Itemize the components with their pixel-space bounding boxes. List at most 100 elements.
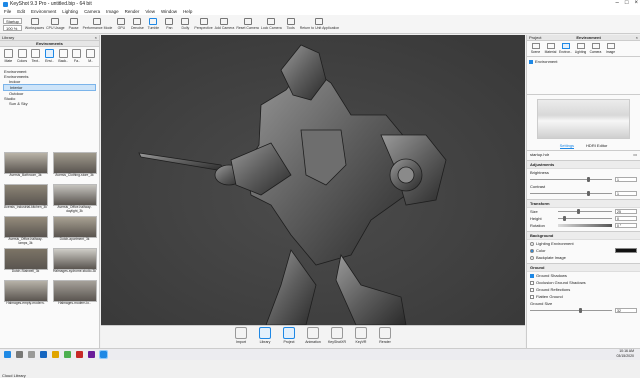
menu-item-window[interactable]: Window — [161, 9, 177, 14]
tree-item[interactable]: Interior — [3, 84, 96, 91]
search-icon[interactable] — [16, 351, 23, 358]
project-tab[interactable]: Scene — [529, 43, 542, 54]
cpu-usage-button[interactable]: CPU Usage — [46, 18, 65, 30]
environment-thumbnail[interactable]: Halmages-sydrome-studio-3k — [51, 248, 98, 278]
environment-thumbnail[interactable]: Aversis_Industrial-kitchen_3k — [2, 184, 49, 214]
tree-item[interactable]: Sun & Sky — [3, 101, 96, 106]
background-radio[interactable] — [530, 255, 534, 260]
performance-mode-button[interactable]: Performance Mode — [83, 18, 112, 30]
environment-thumbnail[interactable]: Aversis_Office-hallway-daylight_3k — [51, 184, 98, 214]
adjustments-section[interactable]: Adjustments — [527, 160, 640, 169]
app-icon[interactable] — [76, 351, 83, 358]
brightness-field[interactable]: 1 — [615, 177, 637, 182]
pause-button[interactable]: Pause — [67, 18, 81, 30]
ground-checkbox[interactable] — [530, 273, 534, 278]
start-icon[interactable] — [4, 351, 11, 358]
ground-option[interactable]: Occlusion Ground Shadows — [527, 279, 640, 286]
library-button[interactable]: Library — [255, 327, 275, 348]
library-tab[interactable]: Mate — [2, 49, 15, 64]
environment-thumbnail[interactable]: Halmages-empty-modern- — [2, 280, 49, 310]
background-color-swatch[interactable] — [615, 248, 637, 253]
rotation-slider[interactable] — [558, 224, 612, 227]
rotation-field[interactable]: 0 ° — [615, 223, 637, 228]
ground-checkbox[interactable] — [530, 280, 534, 285]
ground-checkbox[interactable] — [530, 294, 534, 299]
background-radio[interactable] — [530, 241, 534, 246]
environment-thumbnail[interactable]: Dutch-Stairwell_3k — [2, 248, 49, 278]
render-button[interactable]: Render — [375, 327, 395, 348]
contrast-slider[interactable] — [530, 191, 612, 196]
return-to-unit-application-button[interactable]: Return to Unit Application — [300, 18, 339, 30]
system-clock[interactable]: 10:16 AM 03/15/2020 — [616, 349, 634, 358]
ground-checkbox[interactable] — [530, 287, 534, 292]
project-tab[interactable]: Image — [604, 43, 617, 54]
environment-checkbox[interactable] — [529, 59, 533, 64]
background-option[interactable]: Color — [527, 247, 640, 254]
ground-size-slider[interactable] — [530, 308, 612, 313]
size-field[interactable]: 25 — [615, 209, 637, 214]
size-slider[interactable] — [558, 209, 612, 214]
tab-settings[interactable]: Settings — [559, 143, 575, 149]
store-icon[interactable] — [64, 351, 71, 358]
close-icon[interactable]: × — [634, 0, 638, 6]
menu-item-edit[interactable]: Edit — [17, 9, 25, 14]
library-tab[interactable]: Colors — [16, 49, 29, 64]
transform-section[interactable]: Transform — [527, 199, 640, 208]
slider-knob[interactable] — [587, 177, 591, 182]
tumble-button[interactable]: Tumble — [146, 18, 160, 30]
contrast-field[interactable]: 1 — [615, 191, 637, 196]
menu-item-file[interactable]: File — [4, 9, 11, 14]
project-tab[interactable]: Material — [544, 43, 557, 54]
library-tab[interactable]: Text.. — [29, 49, 42, 64]
maximize-icon[interactable]: □ — [625, 0, 629, 6]
perspective-button[interactable]: Perspective — [194, 18, 213, 30]
library-tab[interactable]: Envi.. — [43, 49, 56, 64]
lock-camera-button[interactable]: Lock Camera — [261, 18, 282, 30]
environment-thumbnail[interactable]: Aversis_Office-hallway-lamps_3k — [2, 216, 49, 246]
ground-option[interactable]: Flatten Ground — [527, 293, 640, 300]
library-tab[interactable]: Fa.. — [71, 49, 84, 64]
background-section[interactable]: Background — [527, 231, 640, 240]
menu-item-image[interactable]: Image — [106, 9, 119, 14]
project-tab[interactable]: Environ.. — [559, 43, 572, 54]
cloud-library-button[interactable]: Cloud Library — [2, 373, 26, 378]
height-slider[interactable] — [558, 216, 612, 221]
environment-thumbnail[interactable]: Aversis_Bathroom_3k — [2, 152, 49, 182]
app-icon[interactable] — [88, 351, 95, 358]
project-tab[interactable]: Camera — [589, 43, 602, 54]
workspaces-button[interactable]: Workspaces — [25, 18, 44, 30]
library-tab[interactable]: Back.. — [57, 49, 70, 64]
render-viewport[interactable] — [101, 35, 525, 325]
environment-thumbnail[interactable]: Halmages-modern-lo.. — [51, 280, 98, 310]
denoise-button[interactable]: Denoise — [130, 18, 144, 30]
keyvr-button[interactable]: KeyVR — [351, 327, 371, 348]
slider-knob[interactable] — [587, 191, 591, 196]
ground-section[interactable]: Ground — [527, 263, 640, 272]
close-panel-icon[interactable]: × — [636, 35, 638, 40]
folder-icon[interactable]: ▭ — [633, 152, 637, 157]
background-option[interactable]: Backplate Image — [527, 254, 640, 261]
height-field[interactable]: 0 — [615, 216, 637, 221]
slider-knob[interactable] — [579, 308, 583, 313]
keyshotxr-button[interactable]: KeyShotXR — [327, 327, 347, 348]
gpu-button[interactable]: GPU — [114, 18, 128, 30]
task-view-icon[interactable] — [28, 351, 35, 358]
file-explorer-icon[interactable] — [52, 351, 59, 358]
ground-size-field[interactable]: 32 — [615, 308, 637, 313]
workspace-select[interactable]: Startup — [3, 17, 22, 24]
menu-item-render[interactable]: Render — [125, 9, 140, 14]
menu-item-view[interactable]: View — [145, 9, 155, 14]
environment-thumbnail[interactable]: Aversis_Clothing-store_3k — [51, 152, 98, 182]
menu-item-help[interactable]: Help — [183, 9, 192, 14]
edge-icon[interactable] — [40, 351, 47, 358]
animation-button[interactable]: Animation — [303, 327, 323, 348]
project-button[interactable]: Project — [279, 327, 299, 348]
menu-item-lighting[interactable]: Lighting — [62, 9, 78, 14]
environment-list-item[interactable]: Environment — [529, 59, 638, 64]
pan-button[interactable]: Pan — [162, 18, 176, 30]
dolly-button[interactable]: Dolly — [178, 18, 192, 30]
slider-knob[interactable] — [576, 209, 580, 214]
background-option[interactable]: Lighting Environment — [527, 240, 640, 247]
zoom-select[interactable]: 100 % — [3, 24, 22, 31]
minimize-icon[interactable]: – — [616, 0, 619, 6]
